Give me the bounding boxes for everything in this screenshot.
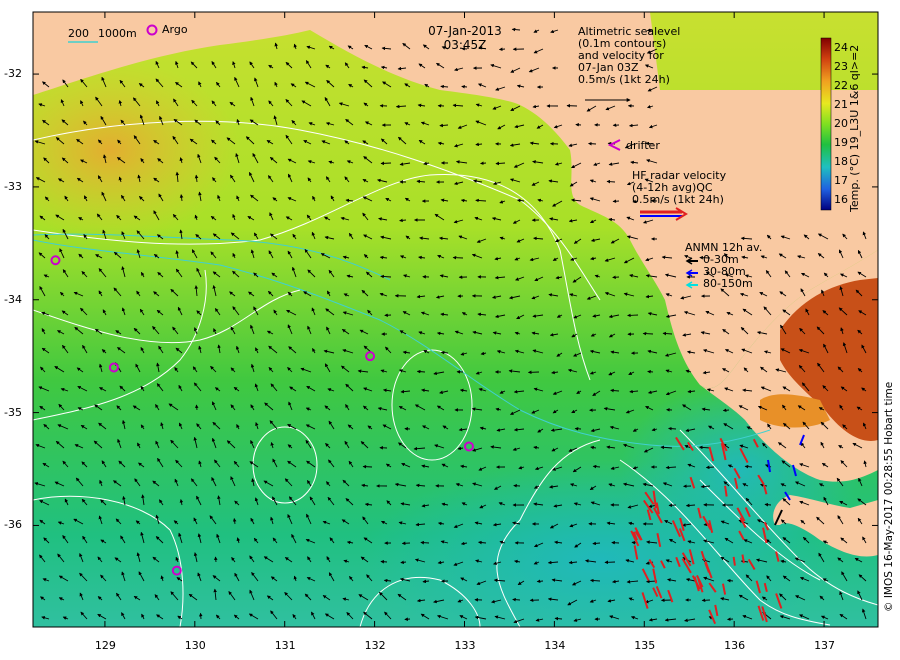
anmn-legend: ANMN 12h av. 0-30m 30-80m 80-150m: [685, 242, 762, 290]
velocity-arrow: [480, 161, 487, 166]
altimetry-legend: Altimetric sealevel (0.1m contours) and …: [578, 26, 680, 86]
colorbar-tick-label: 20: [834, 117, 848, 130]
colorbar-tick-label: 18: [834, 155, 848, 169]
y-tick-label: -32: [4, 67, 22, 81]
x-tick-label: 133: [454, 639, 476, 652]
velocity-arrow: [705, 465, 715, 470]
drifter-legend-label: drifter: [626, 139, 660, 152]
velocity-arrow: [554, 616, 563, 621]
velocity-arrow: [722, 408, 730, 413]
colorbar-tick-label: 21: [834, 97, 848, 111]
y-tick-label: -36: [4, 518, 22, 532]
y-tick-label: -35: [4, 405, 22, 419]
x-tick-label: 137: [814, 639, 836, 652]
colorbar-tick-label: 17: [834, 174, 848, 188]
velocity-arrow: [627, 313, 639, 318]
velocity-arrow: [475, 142, 483, 147]
hf-radar-line-3: 0.5m/s (1kt 24h): [632, 193, 724, 206]
x-tick-label: 132: [364, 639, 386, 652]
x-tick-label: 136: [724, 639, 746, 652]
depth-200-label: 200: [68, 27, 89, 40]
velocity-arrow: [416, 369, 426, 374]
velocity-arrow: [668, 426, 677, 431]
velocity-arrow: [461, 84, 468, 89]
colorbar-title: Temp. (°C) 19_L3U 1&6 ql>=2: [848, 44, 861, 212]
velocity-arrow: [647, 369, 654, 374]
colorbar-tick-label: 19: [834, 136, 848, 150]
colorbar: [820, 37, 832, 211]
credit-label: © IMOS 16-May-2017 00:28:55 Hobart time: [883, 381, 895, 612]
velocity-arrow: [440, 84, 449, 89]
velocity-arrow: [606, 179, 616, 184]
velocity-arrow: [194, 404, 199, 411]
colorbar-tick-label: 23: [834, 59, 848, 73]
y-tick-label: -33: [4, 179, 22, 193]
velocity-arrow: [642, 331, 654, 336]
anmn-item-2: 80-150m: [703, 277, 753, 290]
altimetry-line-5: 0.5m/s (1kt 24h): [578, 73, 670, 86]
velocity-arrow: [380, 559, 388, 564]
hf-radar-legend: HF radar velocity (4-12h avg)QC 0.5m/s (…: [632, 170, 726, 206]
y-tick-label: -34: [4, 292, 22, 306]
velocity-arrow: [362, 464, 373, 469]
colorbar-tick-label: 16: [834, 193, 848, 207]
colorbar-tick-label: 22: [834, 78, 848, 92]
velocity-arrow: [420, 540, 430, 545]
hf-radar-arrow: [732, 556, 736, 566]
x-tick-label: 135: [634, 639, 656, 652]
velocity-arrow: [512, 597, 521, 602]
depth-1000-label: 1000m: [98, 27, 137, 40]
sea-surface-temperature-map: [32, 11, 879, 628]
x-tick-label: 130: [184, 639, 206, 652]
x-tick-label: 131: [274, 639, 296, 652]
velocity-arrow: [764, 502, 772, 507]
map-time: 03:45Z: [443, 38, 487, 52]
velocity-arrow: [213, 556, 218, 563]
x-tick-label: 129: [94, 639, 116, 652]
x-tick-label: 134: [544, 639, 566, 652]
velocity-arrow: [536, 579, 544, 584]
colorbar-tick-label: 24: [834, 40, 848, 54]
argo-legend-label: Argo: [162, 23, 188, 36]
map-date: 07-Jan-2013: [428, 24, 502, 38]
